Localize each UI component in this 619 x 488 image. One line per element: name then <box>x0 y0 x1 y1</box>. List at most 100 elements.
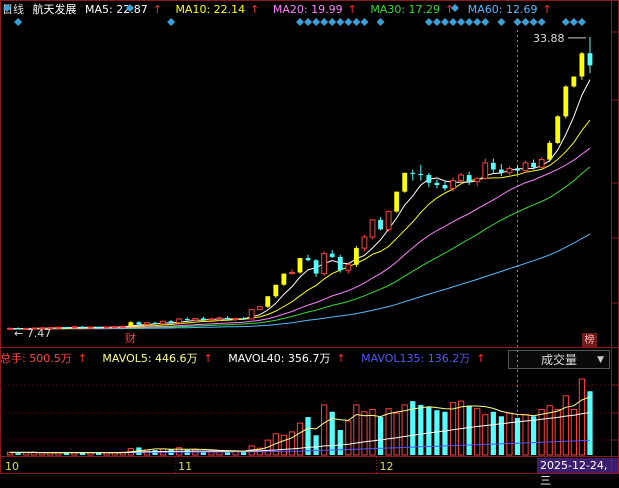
candle-body <box>168 321 174 323</box>
candle-body <box>587 53 593 66</box>
signal-diamond-icon <box>473 18 482 26</box>
candle-body <box>248 309 255 320</box>
candle-body <box>369 219 376 238</box>
volume-bar <box>514 417 521 455</box>
volume-bar <box>466 405 472 455</box>
signal-diamond-icon <box>497 18 506 26</box>
signal-diamond-icon <box>561 18 570 26</box>
volume-bar <box>498 416 504 455</box>
candle-body <box>361 236 368 249</box>
volume-bar <box>578 378 586 456</box>
volume-bar <box>570 408 577 456</box>
volume-bar <box>449 402 457 456</box>
signal-diamond-icon <box>513 18 522 26</box>
candle-body <box>152 322 158 324</box>
signal-diamond-icon <box>304 18 313 26</box>
candle-body <box>208 318 215 321</box>
signal-diamond-icon <box>569 18 578 26</box>
candle-body <box>329 253 335 257</box>
ma-line <box>9 79 591 330</box>
candle-body <box>225 317 230 320</box>
candle-body <box>265 296 271 307</box>
signal-diamond-icon <box>457 18 466 26</box>
candle-body <box>547 142 553 160</box>
candle-body <box>571 76 577 87</box>
candle-body <box>506 167 513 174</box>
candle-body <box>579 53 585 77</box>
volume-bar <box>562 395 569 456</box>
candle-body <box>345 264 352 271</box>
candle-body <box>241 318 247 320</box>
candle-body <box>281 273 287 285</box>
signal-diamond-icon <box>449 18 458 26</box>
signal-diamond-icon <box>3 4 11 12</box>
volume-bar <box>280 434 288 456</box>
candle-body <box>87 326 94 329</box>
candle-body <box>474 177 481 183</box>
signal-diamond-icon <box>424 18 433 26</box>
candle-body <box>216 317 223 320</box>
candlestick-chart[interactable]: 33.88 ← 7.47 财 10 11 12 <box>0 0 619 474</box>
candle-body <box>466 175 472 182</box>
signal-diamond-icon <box>432 18 441 26</box>
candle-body <box>450 180 456 189</box>
signal-diamond-icon <box>537 18 546 26</box>
candle-body <box>289 271 295 275</box>
candle-body <box>515 168 520 171</box>
candle-body <box>273 284 279 297</box>
candle-body <box>176 318 183 324</box>
candle-body <box>128 322 134 327</box>
signal-diamond-icon <box>14 18 23 26</box>
candle-body <box>482 162 489 179</box>
signal-diamond-icon <box>376 18 385 26</box>
signal-diamond-icon <box>521 18 530 26</box>
signal-diamond-icon <box>465 18 474 26</box>
candle-body <box>63 327 69 329</box>
candle-body <box>144 322 150 326</box>
volume-bar <box>418 404 424 455</box>
candle-body <box>160 320 166 325</box>
candle-body <box>458 174 465 182</box>
candle-body <box>378 219 383 230</box>
candle-body <box>96 327 102 329</box>
x-tick-label: 11 <box>178 460 192 473</box>
volume-bar <box>530 416 537 455</box>
volume-bar <box>474 408 481 456</box>
signal-diamond-icon <box>440 18 449 26</box>
candle-body <box>353 248 359 265</box>
financial-report-marker: 财 <box>125 331 136 345</box>
candle-body <box>80 326 85 328</box>
signal-diamond-icon <box>529 18 538 26</box>
candle-body <box>531 162 537 168</box>
candle-body <box>7 327 13 330</box>
candle-body <box>418 173 424 176</box>
signal-diamond-icon <box>296 18 304 26</box>
signal-diamond-icon <box>312 18 321 26</box>
candle-body <box>321 253 328 275</box>
volume-bar <box>353 404 360 456</box>
candle-body <box>184 318 190 321</box>
candle-body <box>385 211 392 230</box>
volume-bar <box>321 404 328 456</box>
low-price-label: ← 7.47 <box>14 327 51 340</box>
volume-bar <box>490 411 496 455</box>
candle-body <box>200 318 206 321</box>
signal-diamond-icon <box>360 18 369 26</box>
candle-body <box>394 191 400 212</box>
candle-body <box>426 175 432 183</box>
volume-bar <box>442 411 448 455</box>
candle-body <box>71 326 78 329</box>
volume-bar <box>587 391 593 455</box>
signal-diamond-icon <box>451 4 459 12</box>
candle-body <box>111 326 118 329</box>
candle-body <box>490 162 496 170</box>
candle-body <box>103 326 110 329</box>
ma-line <box>10 166 591 330</box>
candle-body <box>410 172 416 174</box>
ma-line <box>9 119 591 330</box>
candle-body <box>256 306 263 311</box>
candle-body <box>498 169 504 173</box>
signal-diamond-icon <box>328 18 337 26</box>
candle-body <box>522 162 529 172</box>
x-tick-label: 12 <box>380 460 394 473</box>
